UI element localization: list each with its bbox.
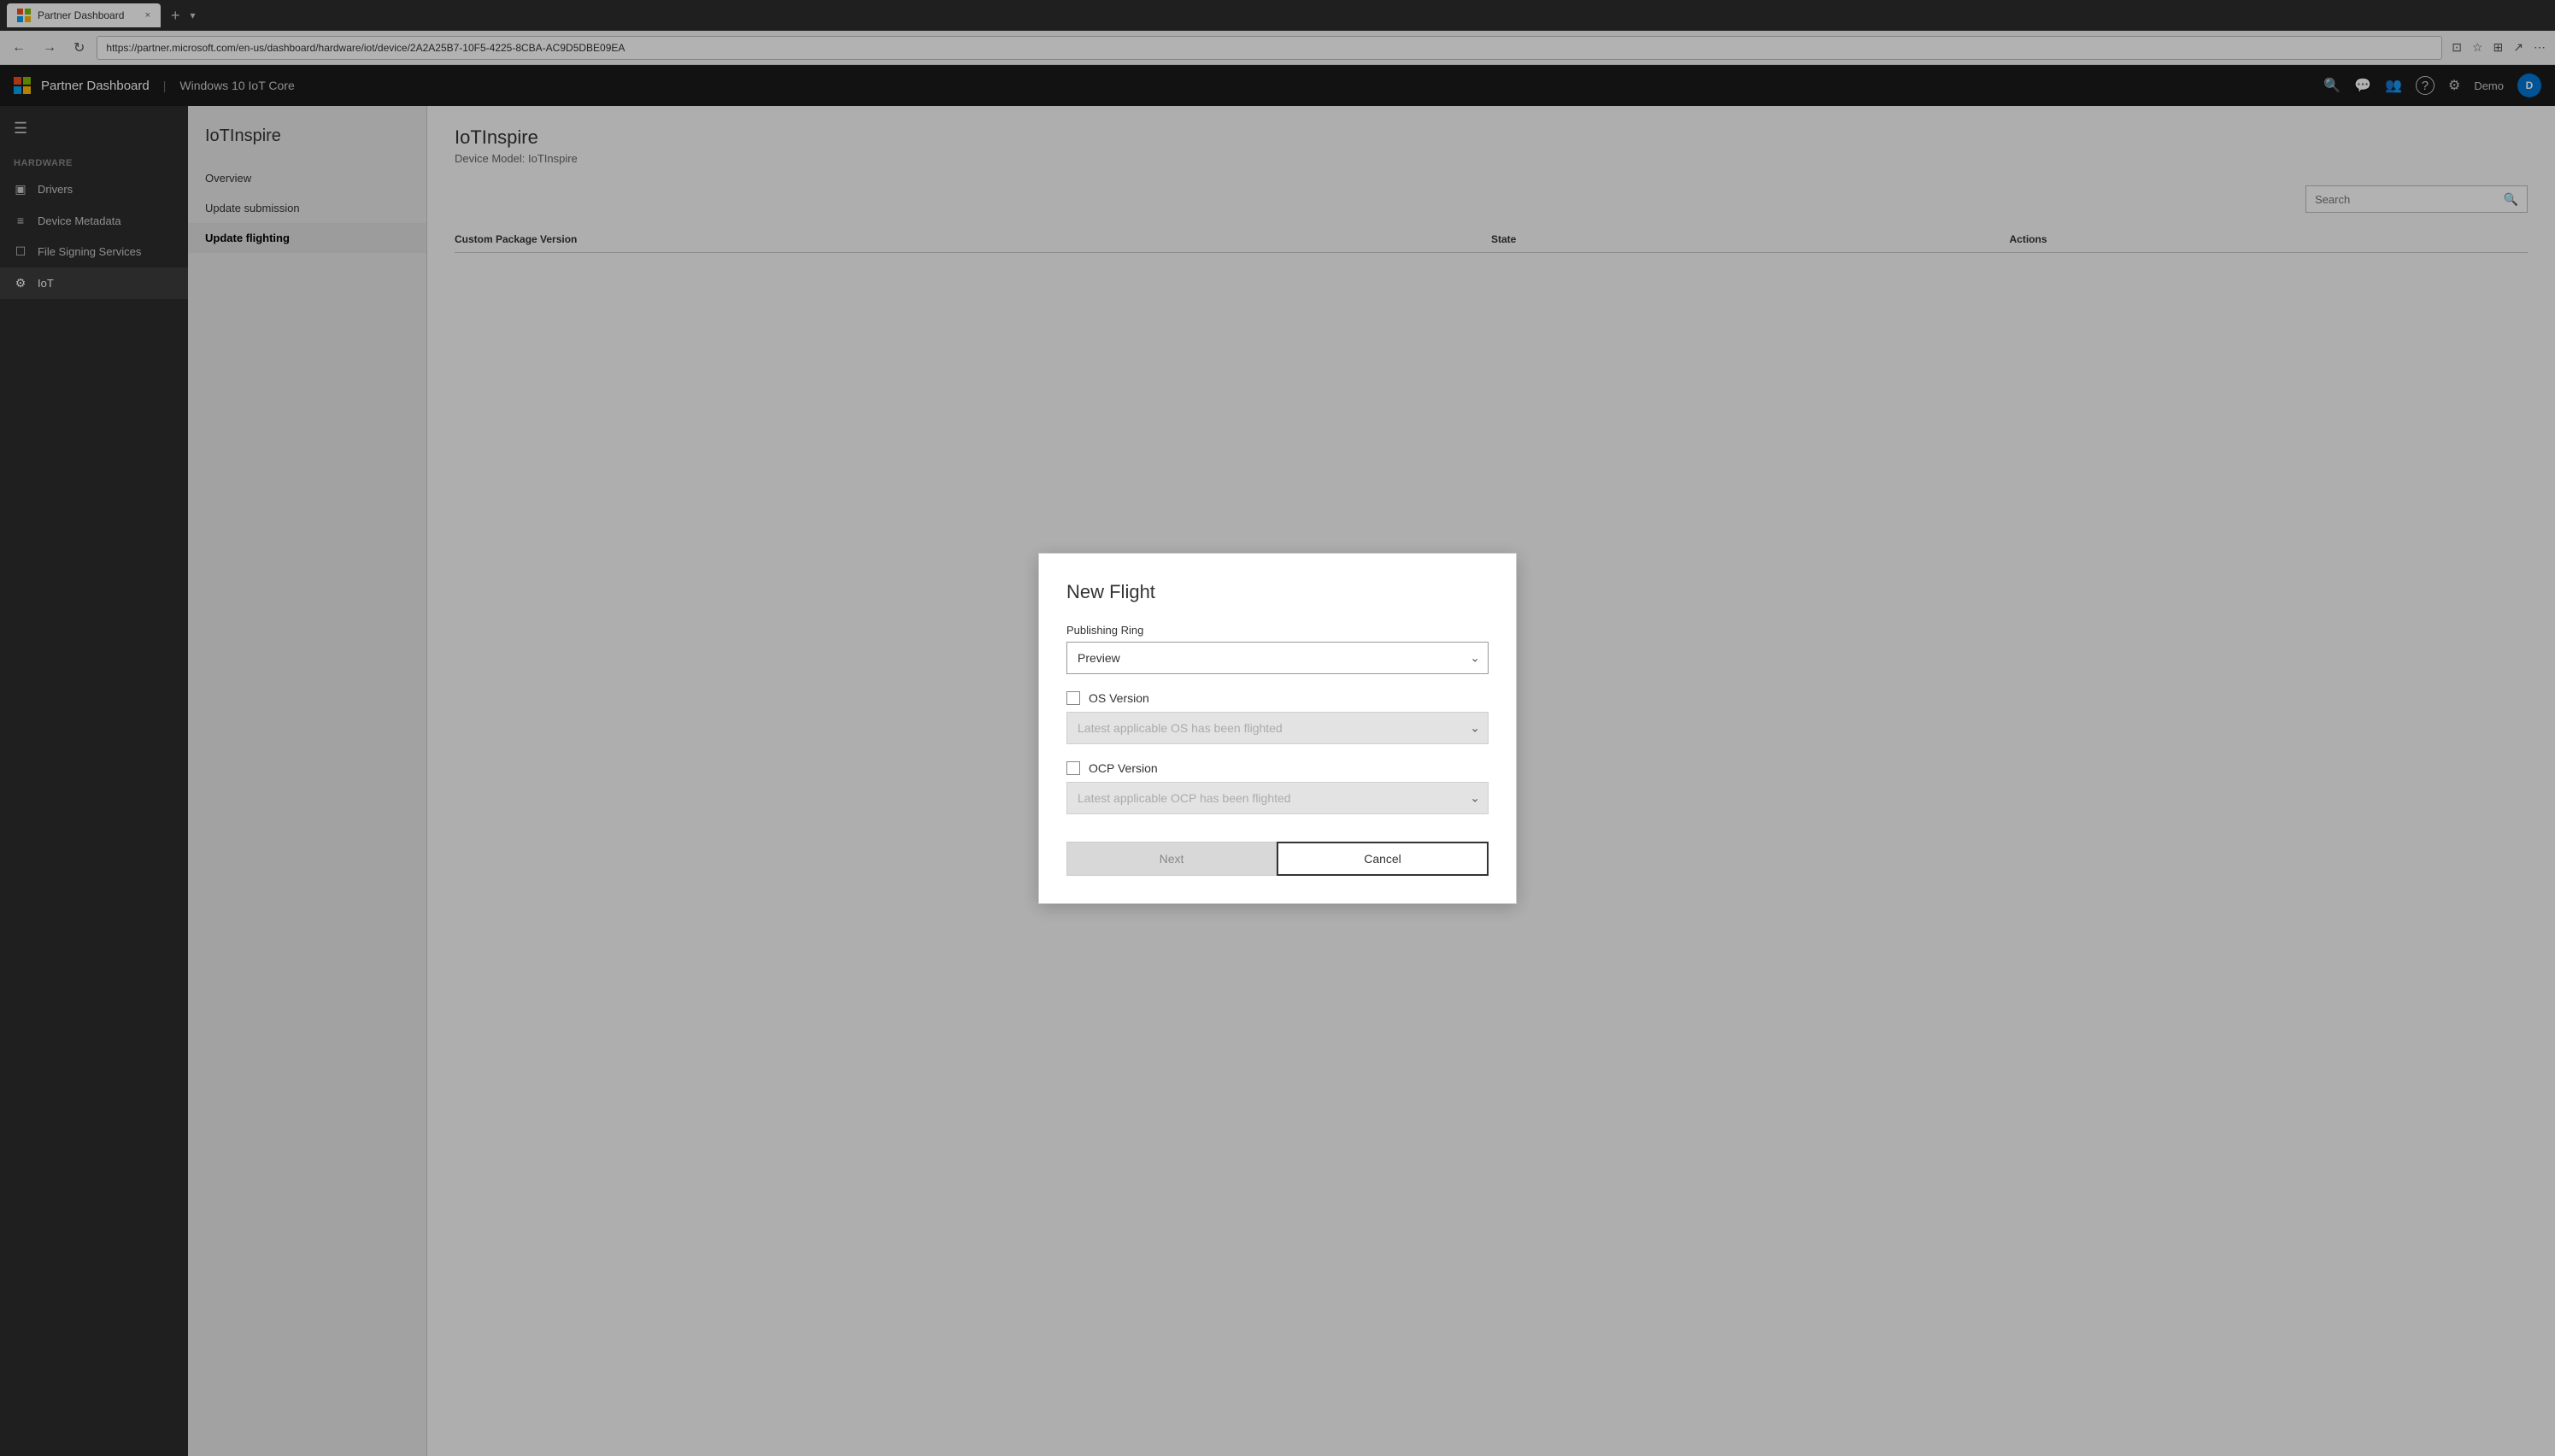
cancel-button[interactable]: Cancel (1277, 842, 1489, 876)
os-version-select[interactable]: Latest applicable OS has been flighted (1066, 712, 1489, 744)
next-button[interactable]: Next (1066, 842, 1277, 876)
main-layout: ☰ HARDWARE ▣ Drivers ≡ Device Metadata ☐… (0, 106, 2555, 1456)
os-version-wrapper: Latest applicable OS has been flighted ⌄ (1066, 712, 1489, 744)
ocp-version-label: OCP Version (1089, 761, 1158, 775)
main-content: IoTInspire Device Model: IoTInspire 🔍 Cu… (427, 106, 2555, 1456)
os-version-checkbox[interactable] (1066, 691, 1080, 705)
ocp-version-wrapper: Latest applicable OCP has been flighted … (1066, 782, 1489, 814)
publishing-ring-select[interactable]: Preview Production (1066, 642, 1489, 674)
os-version-checkbox-row: OS Version (1066, 691, 1489, 705)
publishing-ring-wrapper: Preview Production ⌄ (1066, 642, 1489, 674)
os-version-label: OS Version (1089, 691, 1149, 705)
modal-title: New Flight (1066, 581, 1489, 603)
modal-buttons: Next Cancel (1066, 842, 1489, 876)
publishing-ring-label: Publishing Ring (1066, 624, 1489, 637)
ocp-version-select[interactable]: Latest applicable OCP has been flighted (1066, 782, 1489, 814)
modal-overlay: New Flight Publishing Ring Preview Produ… (427, 106, 2555, 1456)
new-flight-modal: New Flight Publishing Ring Preview Produ… (1038, 553, 1517, 904)
ocp-version-checkbox-row: OCP Version (1066, 761, 1489, 775)
ocp-version-checkbox[interactable] (1066, 761, 1080, 775)
content-area: IoTInspire Overview Update submission Up… (188, 106, 2555, 1456)
